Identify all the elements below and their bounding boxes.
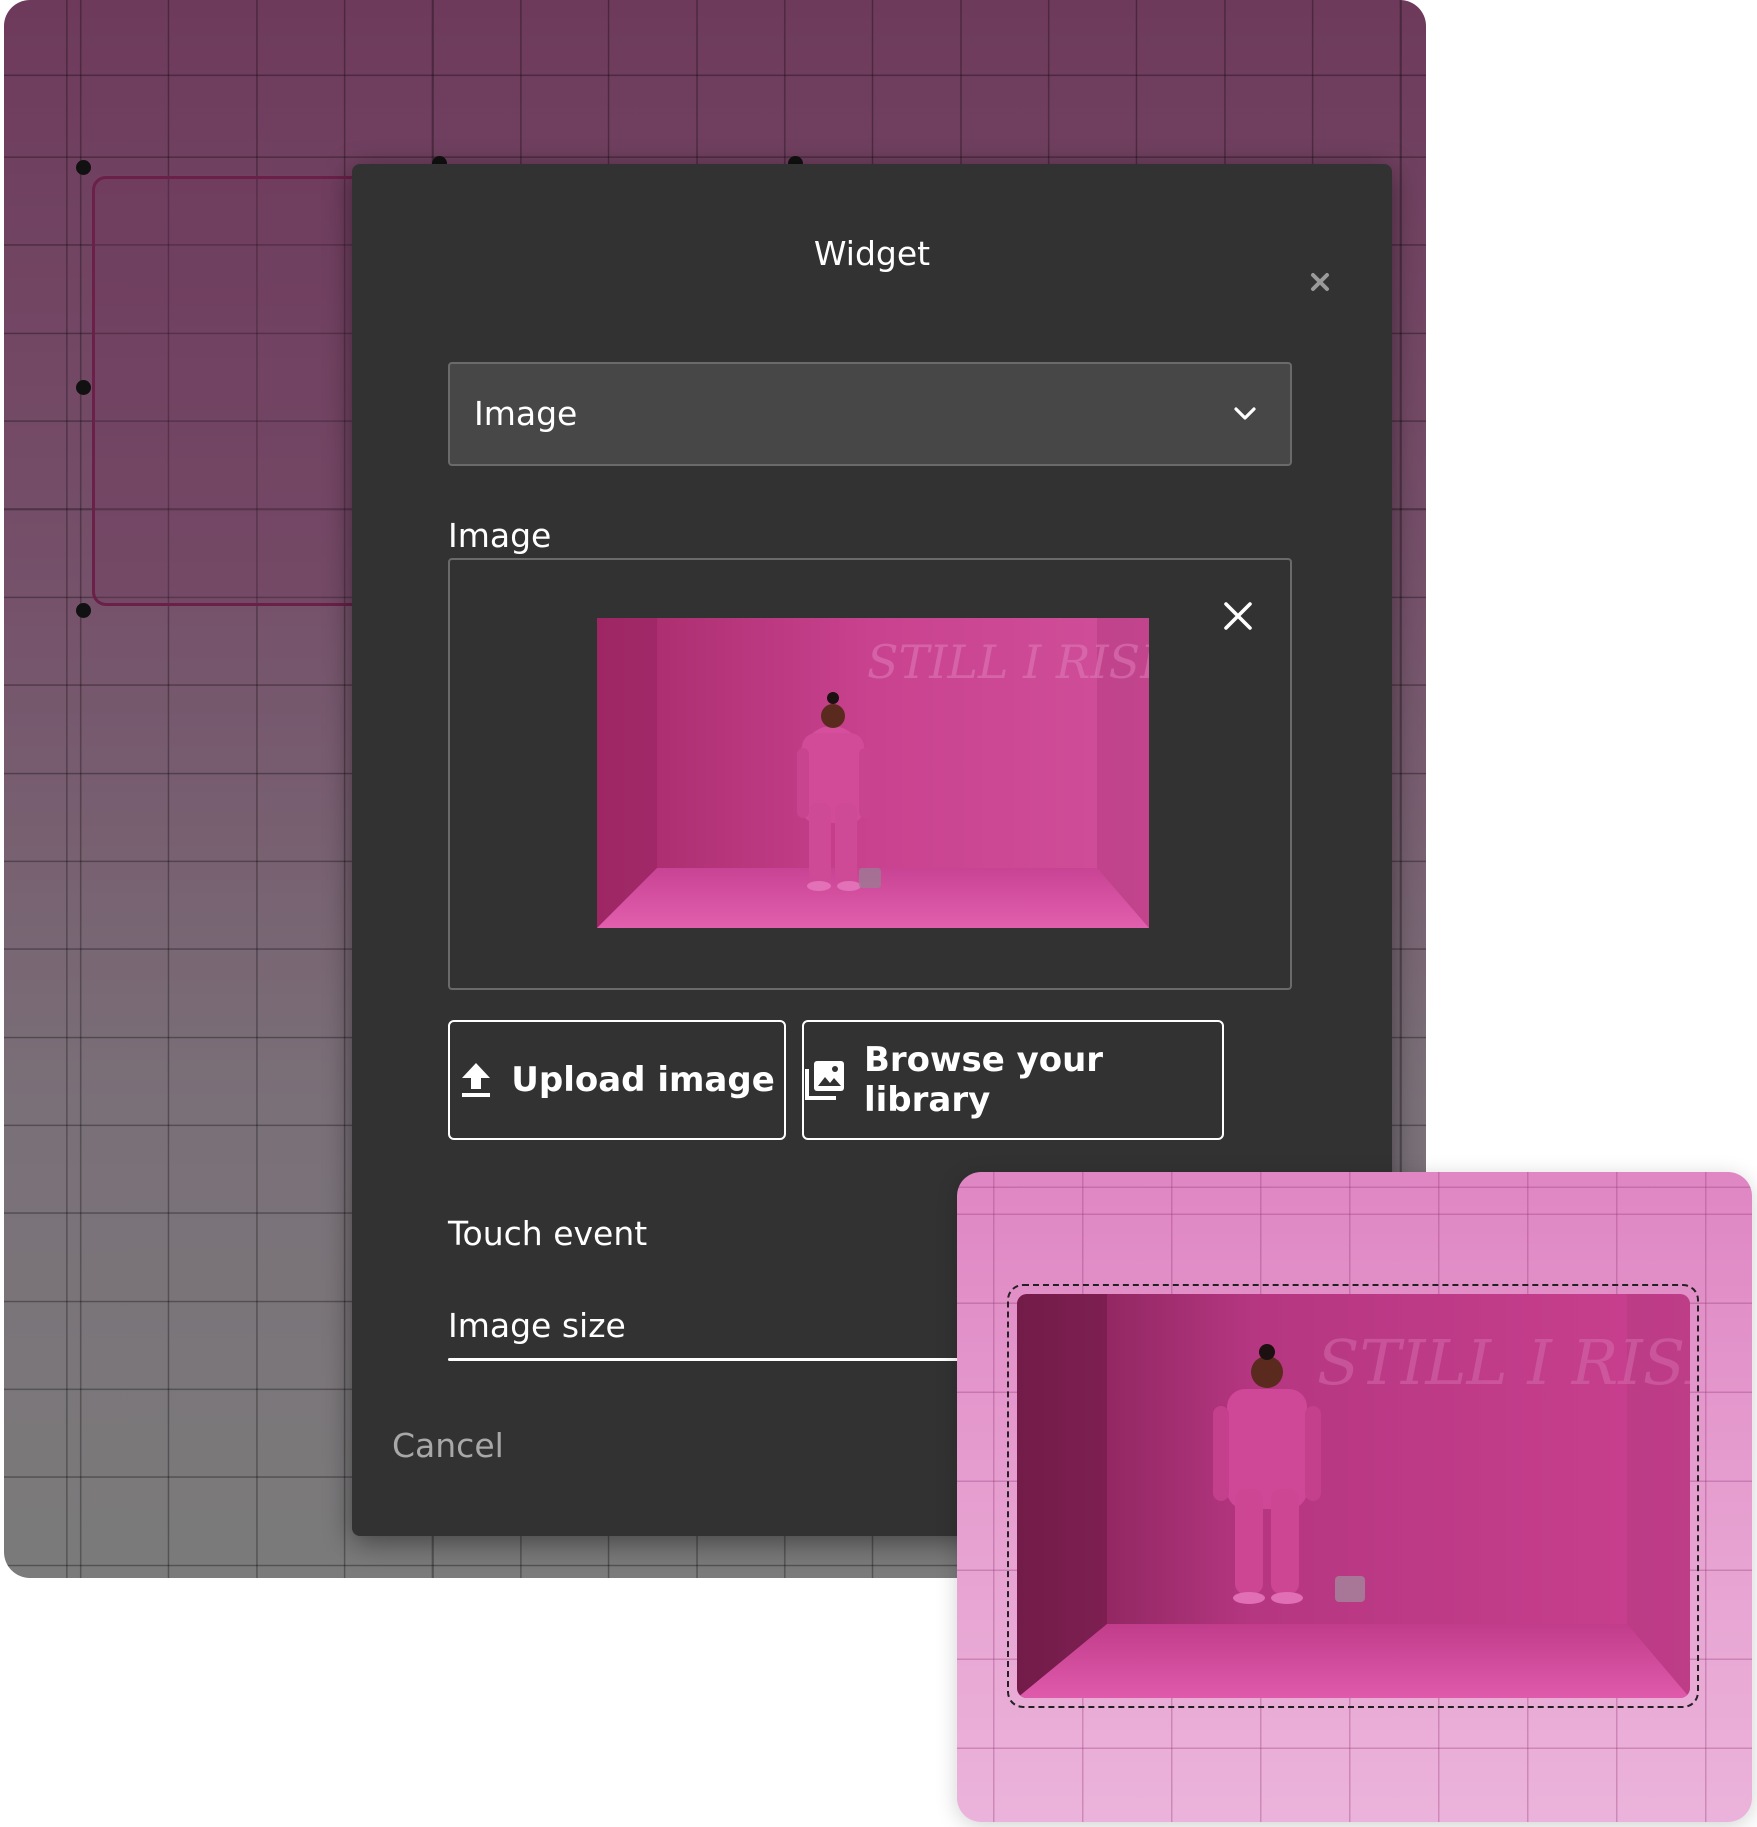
result-image: STILL I RISE [1017,1294,1690,1698]
image-field-label: Image [448,516,552,555]
browse-library-label: Browse your library [864,1040,1104,1120]
browse-library-button[interactable]: Browse your library [802,1020,1224,1140]
image-dropzone: STILL I RISE [448,558,1292,990]
touch-event-label[interactable]: Touch event [448,1214,647,1253]
resize-handle-top-left[interactable] [76,160,91,175]
image-preview: STILL I RISE [597,618,1149,928]
modal-title: Widget [813,234,931,273]
upload-icon [462,1063,491,1097]
result-wall-graffiti-text: STILL I RISE [1317,1326,1690,1399]
resize-handle-bottom-left[interactable] [76,603,91,618]
upload-image-button[interactable]: Upload image [448,1020,786,1140]
wall-graffiti-text: STILL I RISE [867,635,1149,689]
remove-image-icon[interactable] [1220,598,1256,634]
close-icon[interactable] [1302,264,1338,300]
result-preview-card: STILL I RISE [957,1172,1752,1822]
chevron-down-icon [1234,407,1256,420]
image-size-label[interactable]: Image size [448,1306,626,1345]
resize-handle-mid-left[interactable] [76,380,91,395]
cancel-button[interactable]: Cancel [392,1426,504,1465]
widget-type-select[interactable]: Image [448,362,1292,466]
upload-image-label: Upload image [511,1060,775,1100]
widget-type-value: Image [474,394,578,433]
library-images-icon [805,1061,844,1100]
